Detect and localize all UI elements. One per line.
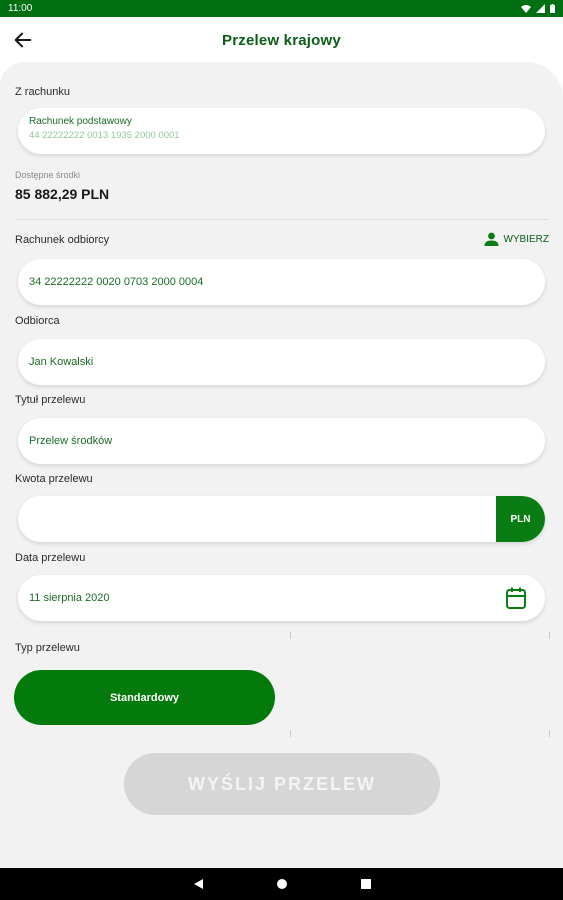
divider (15, 219, 548, 220)
date-field[interactable]: 11 sierpnia 2020 (18, 575, 545, 621)
amount-row: PLN (18, 496, 545, 542)
calendar-icon[interactable] (505, 586, 527, 610)
transfer-type-label: Typ przelewu (15, 642, 80, 654)
recipient-account-value: 34 22222222 0020 0703 2000 0004 (29, 276, 204, 288)
nav-home-icon[interactable] (276, 878, 288, 890)
person-icon (484, 232, 499, 246)
currency-button[interactable]: PLN (496, 496, 545, 542)
recipient-label: Odbiorca (15, 315, 60, 327)
from-account-label: Z rachunku (15, 86, 71, 98)
recipient-field[interactable]: Jan Kowalski (18, 339, 545, 385)
from-account-select[interactable]: Rachunek podstawowy 44 22222222 0013 193… (18, 108, 545, 154)
status-time: 11:00 (8, 3, 33, 14)
scroll-marker (290, 632, 291, 639)
transfer-title-label: Tytuł przelewu (15, 394, 86, 406)
scroll-marker (549, 632, 550, 639)
app-bar: Przelew krajowy (0, 17, 563, 63)
transfer-type-standard-button[interactable]: Standardowy (14, 670, 275, 725)
battery-icon (550, 4, 555, 13)
nav-back-icon[interactable] (192, 878, 204, 890)
date-label: Data przelewu (15, 552, 86, 564)
system-nav-bar (0, 868, 563, 900)
available-funds-amount: 85 882,29 PLN (15, 186, 110, 202)
from-account-name: Rachunek podstawowy (29, 116, 132, 127)
wifi-icon (521, 5, 531, 13)
status-bar: 11:00 (0, 0, 563, 17)
transfer-form-panel (0, 62, 563, 868)
scroll-marker (290, 730, 291, 737)
scroll-marker (549, 730, 550, 737)
from-account-number: 44 22222222 0013 1935 2000 0001 (29, 130, 180, 141)
date-value: 11 sierpnia 2020 (29, 592, 110, 604)
choose-recipient-button[interactable]: WYBIERZ (484, 232, 549, 246)
signal-icon (536, 4, 545, 13)
nav-recents-icon[interactable] (360, 878, 372, 890)
amount-label: Kwota przelewu (15, 473, 93, 485)
back-arrow-icon[interactable] (12, 29, 34, 51)
recipient-account-field[interactable]: 34 22222222 0020 0703 2000 0004 (18, 259, 545, 305)
transfer-title-value: Przelew środków (29, 435, 113, 447)
status-icons (521, 4, 555, 13)
amount-input[interactable] (18, 496, 496, 542)
recipient-value: Jan Kowalski (29, 356, 94, 368)
send-transfer-button[interactable]: WYŚLIJ PRZELEW (124, 753, 440, 815)
available-funds-label: Dostępne środki (15, 170, 81, 180)
recipient-account-label: Rachunek odbiorcy (15, 234, 110, 246)
choose-recipient-label: WYBIERZ (503, 233, 549, 245)
transfer-title-field[interactable]: Przelew środków (18, 418, 545, 464)
page-title: Przelew krajowy (222, 31, 341, 49)
